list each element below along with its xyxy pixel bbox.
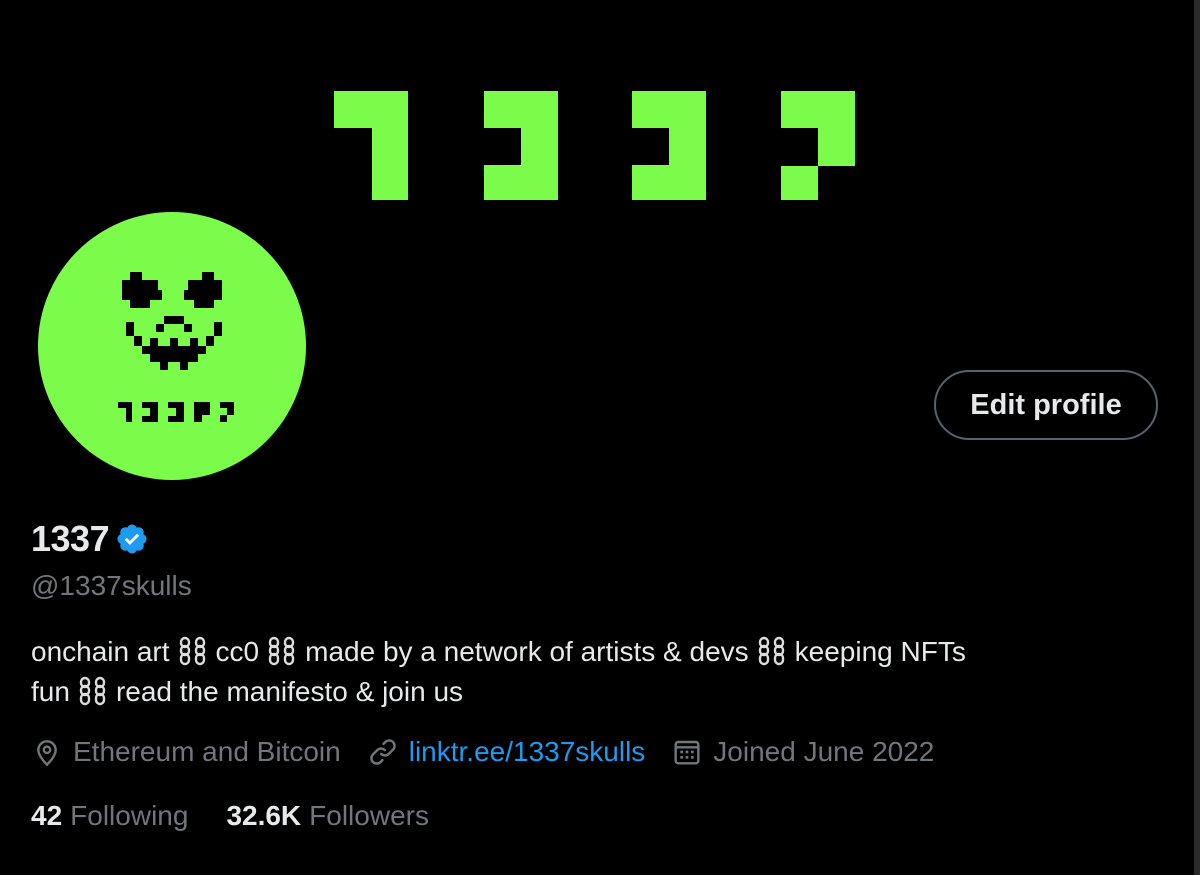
profile-bio: onchain art cc0 made by a network of artis… <box>31 632 1151 712</box>
chain-link-emoji <box>76 676 110 706</box>
following-link[interactable]: 42 Following <box>31 800 188 832</box>
location-pin-icon <box>37 740 57 767</box>
skull-avatar-icon <box>118 272 234 422</box>
location-text: Ethereum and Bitcoin <box>73 736 341 767</box>
website[interactable]: linktr.ee/1337skulls <box>367 736 646 768</box>
bio-text: keeping NFTs <box>794 636 966 667</box>
bio-text: read the manifesto & join us <box>115 676 464 707</box>
join-date: Joined June 2022 <box>671 736 934 768</box>
profile-meta: Ethereum and Bitcoin linktr.ee/1337skull… <box>31 736 960 768</box>
name-row: 1337 <box>31 518 149 560</box>
follow-stats: 42 Following 32.6K Followers <box>31 800 467 832</box>
page-right-border <box>1194 0 1200 875</box>
link-icon <box>369 739 396 765</box>
bio-text: onchain art <box>31 636 170 667</box>
following-count: 42 <box>31 800 63 831</box>
bio-text: cc0 <box>215 636 260 667</box>
followers-link[interactable]: 32.6K Followers <box>226 800 429 832</box>
edit-profile-button[interactable]: Edit profile <box>934 370 1158 440</box>
join-date-text: Joined June 2022 <box>713 736 935 767</box>
following-label: Following <box>70 800 189 831</box>
bio-text: made by a network of artists & devs <box>305 636 749 667</box>
banner-1337-pixel-logo <box>334 91 855 200</box>
user-handle: @1337skulls <box>31 570 192 601</box>
bio-text: fun <box>31 676 70 707</box>
verified-badge-icon[interactable] <box>115 522 149 556</box>
followers-count: 32.6K <box>226 800 302 831</box>
location: Ethereum and Bitcoin <box>31 736 341 768</box>
chain-link-emoji <box>176 636 210 666</box>
website-link[interactable]: linktr.ee/1337skulls <box>409 736 646 768</box>
chain-link-emoji <box>755 636 789 666</box>
calendar-icon <box>674 740 700 765</box>
display-name: 1337 <box>31 518 110 559</box>
followers-label: Followers <box>309 800 429 831</box>
chain-link-emoji <box>265 636 299 666</box>
profile-avatar[interactable] <box>38 212 306 480</box>
